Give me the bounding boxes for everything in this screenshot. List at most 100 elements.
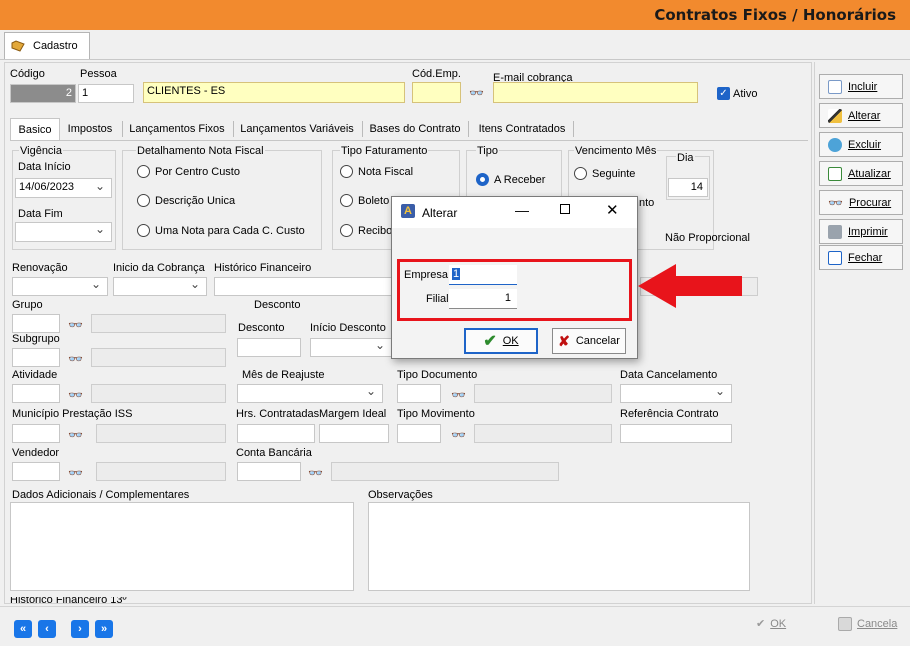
- hrs-contratadas-label: Hrs. Contratadas: [236, 408, 320, 420]
- observacoes-label: Observações: [368, 489, 433, 501]
- renovacao-label: Renovação: [12, 262, 68, 274]
- radio-label: A Receber: [494, 173, 546, 186]
- alterar-button[interactable]: Alterar: [819, 103, 903, 128]
- dialog-cancel-label: Cancelar: [575, 335, 620, 347]
- check-icon: ✔: [756, 618, 766, 630]
- conta-bancaria-field[interactable]: [237, 462, 301, 481]
- previous-record-icon[interactable]: ‹: [38, 620, 56, 638]
- dialog-title: Alterar: [422, 206, 458, 220]
- search-tipo-documento-icon[interactable]: 👓: [451, 388, 466, 402]
- renovacao-select[interactable]: [12, 277, 108, 296]
- tab-bases-contrato[interactable]: Bases do Contrato: [368, 118, 462, 140]
- fechar-button[interactable]: Fechar: [819, 245, 903, 270]
- last-record-icon[interactable]: »: [95, 620, 113, 638]
- inicio-desconto-select[interactable]: [310, 338, 392, 357]
- dialog-cancel-button[interactable]: ✘ Cancelar: [552, 328, 626, 354]
- desconto-header-label: Desconto: [254, 299, 301, 311]
- radio-uma-nota[interactable]: Uma Nota para Cada C. Custo: [137, 224, 305, 237]
- tab-impostos[interactable]: Impostos: [62, 118, 118, 140]
- atividade-label: Atividade: [12, 369, 58, 381]
- atividade-field[interactable]: [12, 384, 60, 403]
- data-cancelamento-field[interactable]: [620, 384, 732, 403]
- grupo-field[interactable]: [12, 314, 60, 333]
- tab-itens-contratados[interactable]: Itens Contratados: [474, 118, 570, 140]
- bottom-cancel-button[interactable]: Cancela: [838, 617, 897, 631]
- pessoa-field[interactable]: 1: [78, 84, 134, 103]
- radio-circle: [137, 224, 150, 237]
- desconto-field[interactable]: [237, 338, 301, 357]
- referencia-label: Referência Contrato: [620, 408, 719, 420]
- search-municipio-icon[interactable]: 👓: [68, 428, 83, 442]
- minimize-icon[interactable]: —: [515, 202, 529, 218]
- procurar-button[interactable]: 👓 Procurar: [819, 190, 903, 215]
- ativo-label: Ativo: [733, 88, 758, 100]
- historico-fin-field[interactable]: [214, 277, 392, 296]
- margem-ideal-field[interactable]: [319, 424, 389, 443]
- tab-lancamentos-variaveis[interactable]: Lançamentos Variáveis: [238, 118, 356, 140]
- observacoes-textarea[interactable]: [368, 502, 750, 591]
- data-inicio-field[interactable]: 14/06/2023: [15, 178, 112, 198]
- search-atividade-icon[interactable]: 👓: [68, 388, 83, 402]
- dados-adicionais-textarea[interactable]: [10, 502, 354, 591]
- vencimento-partial-label: nto: [639, 197, 655, 209]
- email-field[interactable]: [493, 82, 698, 103]
- incluir-button[interactable]: Incluir: [819, 74, 903, 99]
- vendedor-field[interactable]: [12, 462, 60, 481]
- red-arrow-icon: [638, 264, 742, 308]
- subgrupo-field[interactable]: [12, 348, 60, 367]
- search-subgrupo-icon[interactable]: 👓: [68, 352, 83, 366]
- new-document-icon: [828, 79, 842, 94]
- dialog-ok-button[interactable]: ✔ OK: [464, 328, 538, 354]
- first-record-icon[interactable]: «: [14, 620, 32, 638]
- hrs-contratadas-field[interactable]: [237, 424, 315, 443]
- radio-nota-fiscal[interactable]: Nota Fiscal: [340, 165, 413, 178]
- close-window-icon: [828, 250, 842, 265]
- next-record-icon[interactable]: ›: [71, 620, 89, 638]
- title-bar: Contratos Fixos / Honorários: [0, 0, 910, 30]
- tab-basico[interactable]: Basico: [10, 118, 60, 140]
- imprimir-button[interactable]: Imprimir: [819, 219, 903, 244]
- radio-a-receber[interactable]: A Receber: [476, 173, 545, 186]
- search-grupo-icon[interactable]: 👓: [68, 318, 83, 332]
- incluir-label: Incluir: [848, 80, 878, 93]
- ativo-checkbox[interactable]: ✓: [717, 87, 730, 100]
- dia-field[interactable]: 14: [668, 178, 708, 197]
- cod-emp-field[interactable]: [412, 82, 461, 103]
- tab-cadastro[interactable]: Cadastro: [4, 32, 90, 59]
- inicio-cobranca-select[interactable]: [113, 277, 207, 296]
- municipio-field[interactable]: [12, 424, 60, 443]
- empresa-field[interactable]: 1: [449, 265, 517, 285]
- close-icon[interactable]: ✕: [606, 201, 619, 219]
- search-vendedor-icon[interactable]: 👓: [68, 466, 83, 480]
- tipo-movimento-field[interactable]: [397, 424, 441, 443]
- radio-boleto[interactable]: Boleto: [340, 194, 389, 207]
- codigo-label: Código: [10, 68, 45, 80]
- referencia-field[interactable]: [620, 424, 732, 443]
- search-conta-bancaria-icon[interactable]: 👓: [308, 466, 323, 480]
- mes-reajuste-select[interactable]: [237, 384, 383, 403]
- atualizar-button[interactable]: Atualizar: [819, 161, 903, 186]
- tipo-documento-field[interactable]: [397, 384, 441, 403]
- excluir-button[interactable]: Excluir: [819, 132, 903, 157]
- tab-lancamentos-fixos[interactable]: Lançamentos Fixos: [126, 118, 228, 140]
- search-tipo-movimento-icon[interactable]: 👓: [451, 428, 466, 442]
- radio-seguinte[interactable]: Seguinte: [574, 167, 635, 180]
- radio-por-centro-custo[interactable]: Por Centro Custo: [137, 165, 240, 178]
- alterar-label: Alterar: [848, 109, 881, 122]
- empresa-label: Empresa: [404, 269, 449, 281]
- radio-label: Nota Fiscal: [358, 165, 414, 178]
- nao-proporcional-label: Não Proporcional: [665, 232, 750, 244]
- municipio-desc: [96, 424, 226, 443]
- radio-label: Por Centro Custo: [155, 165, 240, 178]
- radio-recibo[interactable]: Recibo: [340, 224, 392, 237]
- codigo-field[interactable]: 2: [10, 84, 76, 103]
- pessoa-name-field[interactable]: CLIENTES - ES: [143, 82, 405, 103]
- search-cod-emp-icon[interactable]: 👓: [469, 86, 484, 100]
- data-fim-field[interactable]: [15, 222, 112, 242]
- filial-field[interactable]: 1: [449, 289, 517, 309]
- bottom-ok-button[interactable]: ✔ OK: [756, 617, 786, 631]
- radio-descricao-unica[interactable]: Descrição Unica: [137, 194, 235, 207]
- printer-icon: [828, 224, 842, 239]
- conta-bancaria-desc: [331, 462, 559, 481]
- maximize-icon[interactable]: [560, 204, 570, 214]
